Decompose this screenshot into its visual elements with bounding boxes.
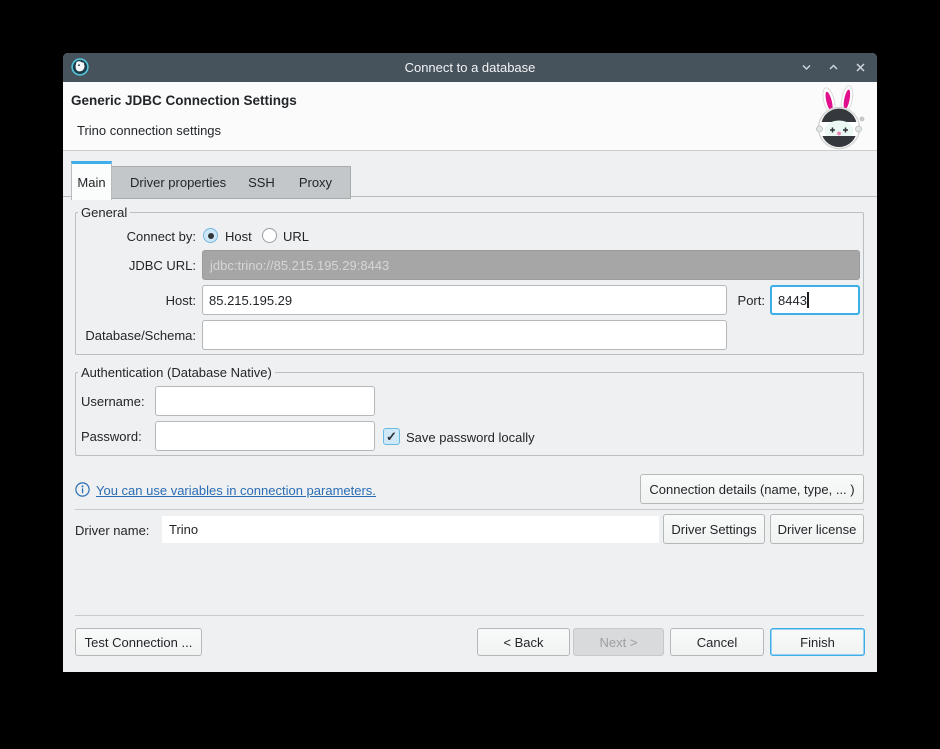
next-button: Next > [573,628,664,656]
minimize-icon[interactable] [799,61,813,75]
database-input[interactable] [202,320,727,350]
page-subtitle: Trino connection settings [77,123,221,138]
trino-bunny-logo-icon [812,85,868,156]
test-connection-button[interactable]: Test Connection ... [75,628,202,656]
window-controls [799,53,867,82]
window-title: Connect to a database [63,60,877,75]
cancel-button[interactable]: Cancel [670,628,764,656]
text-cursor [807,292,809,308]
tab-main[interactable]: Main [71,161,112,200]
jdbc-url-field: jdbc:trino://85.215.195.29:8443 [202,250,860,280]
auth-group-legend: Authentication (Database Native) [78,365,275,380]
connect-database-dialog: Connect to a database Generic JDBC Conne… [63,53,877,672]
connect-by-url-label: URL [283,229,309,244]
back-button[interactable]: < Back [477,628,570,656]
driver-name-label: Driver name: [75,523,149,538]
close-icon[interactable] [853,61,867,75]
host-label: Host: [76,293,196,308]
general-group-legend: General [78,205,130,220]
port-label: Port: [731,293,765,308]
port-input[interactable] [770,285,860,315]
checkmark-icon: ✓ [386,429,397,445]
tab-ssh[interactable]: SSH [240,175,283,190]
tab-driver-properties[interactable]: Driver properties [122,175,234,190]
save-password-checkbox[interactable]: ✓ [383,428,400,445]
connect-by-label: Connect by: [76,229,196,244]
connect-by-url-radio[interactable] [262,228,277,243]
tab-main-label: Main [77,175,105,190]
username-label: Username: [81,394,145,409]
database-label: Database/Schema: [76,328,196,343]
driver-license-button[interactable]: Driver license [770,514,864,544]
inactive-tabs: Driver properties SSH Proxy [111,166,351,199]
tab-strip: Main Driver properties SSH Proxy [63,161,877,197]
username-input[interactable] [155,386,375,416]
page-title: Generic JDBC Connection Settings [71,93,297,108]
variables-link[interactable]: You can use variables in connection para… [96,483,376,498]
driver-name-value: Trino [169,522,198,537]
dialog-header: Generic JDBC Connection Settings Trino c… [63,82,877,151]
finish-button[interactable]: Finish [770,628,865,656]
maximize-icon[interactable] [826,61,840,75]
info-icon [75,482,90,497]
host-input[interactable] [202,285,727,315]
save-password-label: Save password locally [406,430,535,445]
separator [75,509,864,510]
tab-proxy[interactable]: Proxy [291,175,340,190]
titlebar[interactable]: Connect to a database [63,53,877,82]
jdbc-url-label: JDBC URL: [76,258,196,273]
jdbc-url-value: jdbc:trino://85.215.195.29:8443 [210,258,389,273]
password-label: Password: [81,429,142,444]
footer-separator [75,615,864,616]
desktop: { "titlebar": { "title": "Connect to a d… [0,0,940,749]
driver-name-field: Trino [162,516,659,543]
connection-details-button[interactable]: Connection details (name, type, ... ) [640,474,864,504]
connect-by-host-label: Host [225,229,252,244]
password-input[interactable] [155,421,375,451]
driver-settings-button[interactable]: Driver Settings [663,514,765,544]
connect-by-host-radio[interactable] [203,228,218,243]
